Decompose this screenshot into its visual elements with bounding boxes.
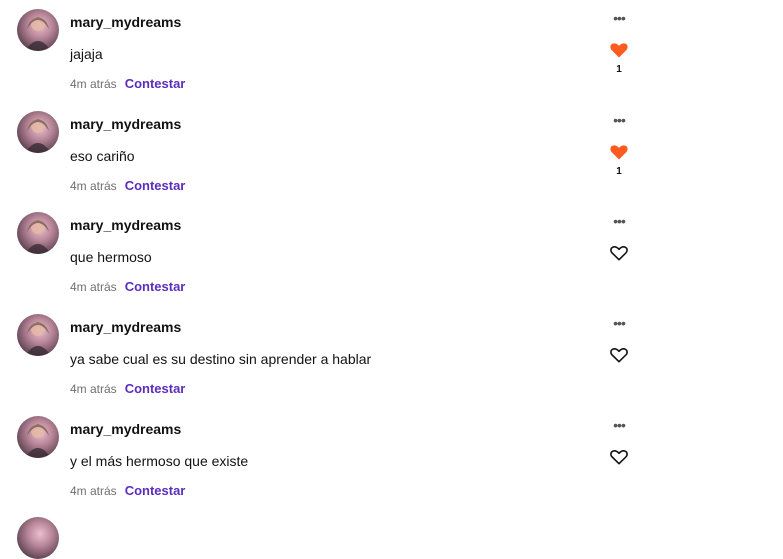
comment-text: eso cariño <box>70 148 135 164</box>
reply-button[interactable]: Contestar <box>125 381 186 396</box>
reply-button[interactable]: Contestar <box>125 76 186 91</box>
comment-timestamp: 4m atrás <box>70 484 117 498</box>
comment-meta: 4m atrás Contestar <box>70 483 185 498</box>
comment-timestamp: 4m atrás <box>70 77 117 91</box>
comment-timestamp: 4m atrás <box>70 179 117 193</box>
more-options-icon[interactable]: ••• <box>610 315 628 331</box>
reply-button[interactable]: Contestar <box>125 178 186 193</box>
heart-outline-icon <box>610 246 628 261</box>
like-button[interactable] <box>606 142 632 168</box>
comment-item: mary_mydreams jajaja 4m atrás Contestar •… <box>0 0 783 102</box>
comment-item: mary_mydreams que hermoso 4m atrás Contes… <box>0 203 783 305</box>
avatar[interactable] <box>17 517 59 559</box>
comment-timestamp: 4m atrás <box>70 280 117 294</box>
comment-text: ya sabe cual es su destino sin aprender … <box>70 351 372 367</box>
like-button[interactable] <box>606 447 632 473</box>
heart-outline-icon <box>610 450 628 465</box>
comment-meta: 4m atrás Contestar <box>70 381 185 396</box>
comment-username[interactable]: mary_mydreams <box>70 421 181 437</box>
comment-meta: 4m atrás Contestar <box>70 279 185 294</box>
avatar[interactable] <box>17 111 59 153</box>
comment-text: que hermoso <box>70 249 152 265</box>
like-button[interactable] <box>606 40 632 66</box>
comment-username[interactable]: mary_mydreams <box>70 14 181 30</box>
like-button[interactable] <box>606 345 632 371</box>
comment-item: mary_mydreams eso cariño 4m atrás Contest… <box>0 102 783 204</box>
heart-outline-icon <box>610 348 628 363</box>
avatar[interactable] <box>17 416 59 458</box>
more-options-icon[interactable]: ••• <box>610 112 628 128</box>
like-count: 1 <box>616 64 622 75</box>
comment-username[interactable]: mary_mydreams <box>70 116 181 132</box>
heart-icon <box>610 145 628 160</box>
comment-timestamp: 4m atrás <box>70 382 117 396</box>
more-options-icon[interactable]: ••• <box>610 417 628 433</box>
comment-username[interactable]: mary_mydreams <box>70 319 181 335</box>
avatar[interactable] <box>17 314 59 356</box>
avatar[interactable] <box>17 212 59 254</box>
comment-meta: 4m atrás Contestar <box>70 178 185 193</box>
comment-meta: 4m atrás Contestar <box>70 76 185 91</box>
more-options-icon[interactable]: ••• <box>610 213 628 229</box>
more-options-icon[interactable]: ••• <box>610 10 628 26</box>
avatar[interactable] <box>17 9 59 51</box>
comment-item: mary_mydreams ya sabe cual es su destino… <box>0 305 783 407</box>
reply-button[interactable]: Contestar <box>125 483 186 498</box>
like-count: 1 <box>616 166 622 177</box>
comment-item: mary_mydreams y el más hermoso que exist… <box>0 407 783 509</box>
comment-text: y el más hermoso que existe <box>70 453 249 469</box>
heart-icon <box>610 43 628 58</box>
like-button[interactable] <box>606 243 632 269</box>
comment-text: jajaja <box>70 46 103 62</box>
reply-button[interactable]: Contestar <box>125 279 186 294</box>
comment-username[interactable]: mary_mydreams <box>70 217 181 233</box>
